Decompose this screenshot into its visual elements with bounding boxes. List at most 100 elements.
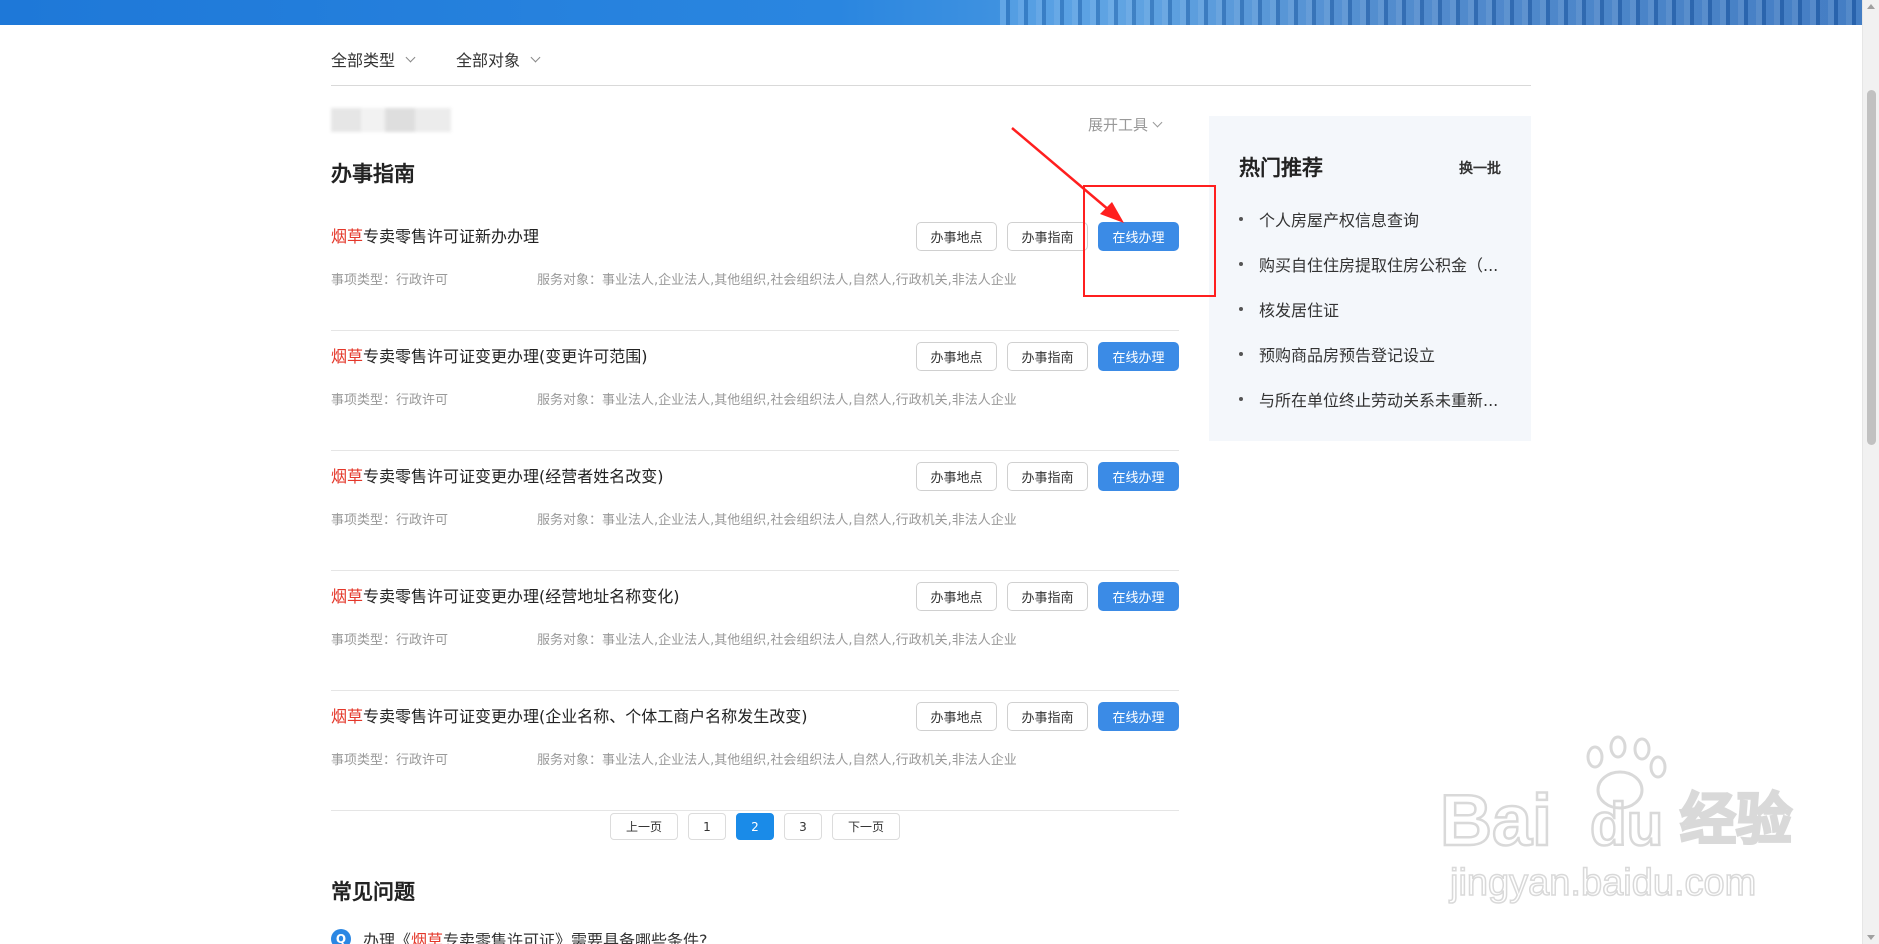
guide-item-title[interactable]: 烟草专卖零售许可证变更办理(经营者姓名改变) <box>331 463 664 487</box>
guide-item-title-highlight: 烟草 <box>331 227 364 246</box>
baidu-jingyan-watermark: Bai du 经验 jingyan.baidu.com <box>1440 735 1793 905</box>
guide-item-object: 服务对象：事业法人,企业法人,其他组织,社会组织法人,自然人,行政机关,非法人企… <box>537 393 1017 408</box>
hot-recommend-item-label: 个人房屋产权信息查询 <box>1259 210 1420 230</box>
banner-cityscape <box>1000 0 1862 25</box>
hot-recommend-item[interactable]: 个人房屋产权信息查询 <box>1239 196 1501 241</box>
guide-item-type: 事项类型：行政许可 <box>331 753 449 768</box>
guide-item-object: 服务对象：事业法人,企业法人,其他组织,社会组织法人,自然人,行政机关,非法人企… <box>537 753 1017 768</box>
scrollbar-thumb[interactable] <box>1867 90 1876 445</box>
guide-item-title-rest: 专卖零售许可证变更办理(经营地址名称变化) <box>363 587 680 606</box>
type-filter-dropdown[interactable]: 全部类型 <box>331 47 416 71</box>
guide-button[interactable]: 办事指南 <box>1007 462 1088 491</box>
hot-recommend-panel: 热门推荐 换一批 个人房屋产权信息查询购买自住住房提取住房公积金（... 核发居住… <box>1209 116 1531 441</box>
faq-item[interactable]: Q 办理《烟草专卖零售许可证》需要具备哪些条件? <box>331 927 708 944</box>
prev-page-button[interactable]: 上一页 <box>610 813 678 840</box>
chevron-down-icon <box>1152 117 1163 128</box>
next-page-button[interactable]: 下一页 <box>832 813 900 840</box>
guide-item: 烟草专卖零售许可证变更办理(经营地址名称变化) 办事地点 办事指南 在线办理事项类型：… <box>331 571 1179 691</box>
watermark-bai: Bai <box>1440 781 1552 861</box>
faq-text-highlight: 烟草 <box>411 931 444 944</box>
bullet-icon <box>1239 261 1243 266</box>
guide-item-actions: 办事地点 办事指南 在线办理 <box>916 342 1179 371</box>
hot-recommend-item-label: 与所在单位终止劳动关系未重新... <box>1259 390 1499 410</box>
online-apply-button[interactable]: 在线办理 <box>1098 342 1179 371</box>
question-icon: Q <box>331 929 351 944</box>
guide-item-object: 服务对象：事业法人,企业法人,其他组织,社会组织法人,自然人,行政机关,非法人企… <box>537 513 1017 528</box>
bullet-icon <box>1239 351 1243 356</box>
hot-recommend-item[interactable]: 核发居住证 <box>1239 286 1501 331</box>
chevron-down-icon <box>405 52 416 62</box>
object-filter-dropdown[interactable]: 全部对象 <box>456 47 541 71</box>
faq-text-pre: 办理《 <box>363 931 412 944</box>
guide-item-actions: 办事地点 办事指南 在线办理 <box>916 702 1179 731</box>
guide-item-title[interactable]: 烟草专卖零售许可证新办办理 <box>331 223 539 247</box>
guide-item-type: 事项类型：行政许可 <box>331 513 449 528</box>
watermark-cn: 经验 <box>1680 788 1792 853</box>
hot-recommend-item[interactable]: 购买自住住房提取住房公积金（... <box>1239 241 1501 286</box>
hot-recommend-item-label: 核发居住证 <box>1259 300 1340 320</box>
faq-question-text: 办理《烟草专卖零售许可证》需要具备哪些条件? <box>363 927 708 944</box>
hot-recommend-item[interactable]: 预购商品房预告登记设立 <box>1239 331 1501 376</box>
pagination: 上一页 1 2 3 下一页 <box>610 813 900 840</box>
online-apply-button[interactable]: 在线办理 <box>1098 582 1179 611</box>
online-apply-button[interactable]: 在线办理 <box>1098 462 1179 491</box>
guide-item-title-highlight: 烟草 <box>331 347 364 366</box>
location-button[interactable]: 办事地点 <box>916 582 997 611</box>
guide-item: 烟草专卖零售许可证变更办理(变更许可范围) 办事地点 办事指南 在线办理事项类型：行政… <box>331 331 1179 451</box>
page-1-button[interactable]: 1 <box>688 813 726 840</box>
guide-list: 烟草专卖零售许可证新办办理 办事地点 办事指南 在线办理 事项类型：行政许可 服务对象：事… <box>331 211 1179 811</box>
guide-item-title-highlight: 烟草 <box>331 467 364 486</box>
guide-item-type: 事项类型：行政许可 <box>331 393 449 408</box>
guide-item-title-rest: 专卖零售许可证变更办理(经营者姓名改变) <box>363 467 664 486</box>
guide-item-actions: 办事地点 办事指南 在线办理 <box>916 462 1179 491</box>
hot-recommend-item-label: 购买自住住房提取住房公积金（... <box>1259 255 1499 275</box>
guide-item: 烟草专卖零售许可证变更办理(经营者姓名改变) 办事地点 办事指南 在线办理事项类型：行… <box>331 451 1179 571</box>
guide-item-object: 服务对象：事业法人,企业法人,其他组织,社会组织法人,自然人,行政机关,非法人企… <box>537 633 1017 648</box>
blurred-breadcrumb <box>331 108 451 132</box>
guide-item-title-highlight: 烟草 <box>331 707 364 726</box>
filter-bar: 全部类型 全部对象 <box>331 47 1531 86</box>
hot-recommend-title: 热门推荐 <box>1239 156 1323 180</box>
guide-button[interactable]: 办事指南 <box>1007 342 1088 371</box>
guide-item-title-rest: 专卖零售许可证变更办理(变更许可范围) <box>363 347 648 366</box>
guide-item-title[interactable]: 烟草专卖零售许可证变更办理(经营地址名称变化) <box>331 583 680 607</box>
location-button[interactable]: 办事地点 <box>916 222 997 251</box>
faq-section-title: 常见问题 <box>331 880 415 904</box>
guide-item-title[interactable]: 烟草专卖零售许可证变更办理(企业名称、个体工商户名称发生改变) <box>331 703 808 727</box>
chevron-down-icon <box>530 52 541 62</box>
guide-item-title-highlight: 烟草 <box>331 587 364 606</box>
guide-item-object: 服务对象：事业法人,企业法人,其他组织,社会组织法人,自然人,行政机关,非法人企… <box>537 273 1017 288</box>
type-filter-label: 全部类型 <box>331 51 396 70</box>
page-2-button[interactable]: 2 <box>736 813 774 840</box>
location-button[interactable]: 办事地点 <box>916 702 997 731</box>
hot-recommend-item-label: 预购商品房预告登记设立 <box>1259 345 1436 365</box>
page-3-button[interactable]: 3 <box>784 813 822 840</box>
annotation-highlight-box <box>1083 185 1216 297</box>
scroll-down-icon[interactable] <box>1867 935 1875 940</box>
page-scrollbar[interactable] <box>1862 0 1879 944</box>
watermark-du: du <box>1590 791 1663 858</box>
guide-item: 烟草专卖零售许可证变更办理(企业名称、个体工商户名称发生改变) 办事地点 办事指南在… <box>331 691 1179 811</box>
bullet-icon <box>1239 306 1243 311</box>
guide-item-title-rest: 专卖零售许可证新办办理 <box>363 227 540 246</box>
guide-item-type: 事项类型：行政许可 <box>331 633 449 648</box>
refresh-batch-button[interactable]: 换一批 <box>1459 158 1501 178</box>
bullet-icon <box>1239 396 1243 401</box>
guide-button[interactable]: 办事指南 <box>1007 582 1088 611</box>
hot-recommend-list: 个人房屋产权信息查询购买自住住房提取住房公积金（... 核发居住证预购商品房预告登… <box>1239 196 1501 421</box>
hot-recommend-item[interactable]: 与所在单位终止劳动关系未重新... <box>1239 376 1501 421</box>
watermark-url: jingyan.baidu.com <box>1449 862 1756 904</box>
guide-item-type: 事项类型：行政许可 <box>331 273 449 288</box>
guide-item-actions: 办事地点 办事指南 在线办理 <box>916 582 1179 611</box>
online-apply-button[interactable]: 在线办理 <box>1098 702 1179 731</box>
location-button[interactable]: 办事地点 <box>916 462 997 491</box>
guide-button[interactable]: 办事指南 <box>1007 702 1088 731</box>
guide-item-title-rest: 专卖零售许可证变更办理(企业名称、个体工商户名称发生改变) <box>363 707 808 726</box>
object-filter-label: 全部对象 <box>456 51 521 70</box>
guide-item-title[interactable]: 烟草专卖零售许可证变更办理(变更许可范围) <box>331 343 648 367</box>
scroll-up-icon[interactable] <box>1867 4 1875 9</box>
guide-section-title: 办事指南 <box>331 162 415 186</box>
location-button[interactable]: 办事地点 <box>916 342 997 371</box>
bullet-icon <box>1239 216 1243 221</box>
faq-text-post: 专卖零售许可证》需要具备哪些条件? <box>443 931 708 944</box>
